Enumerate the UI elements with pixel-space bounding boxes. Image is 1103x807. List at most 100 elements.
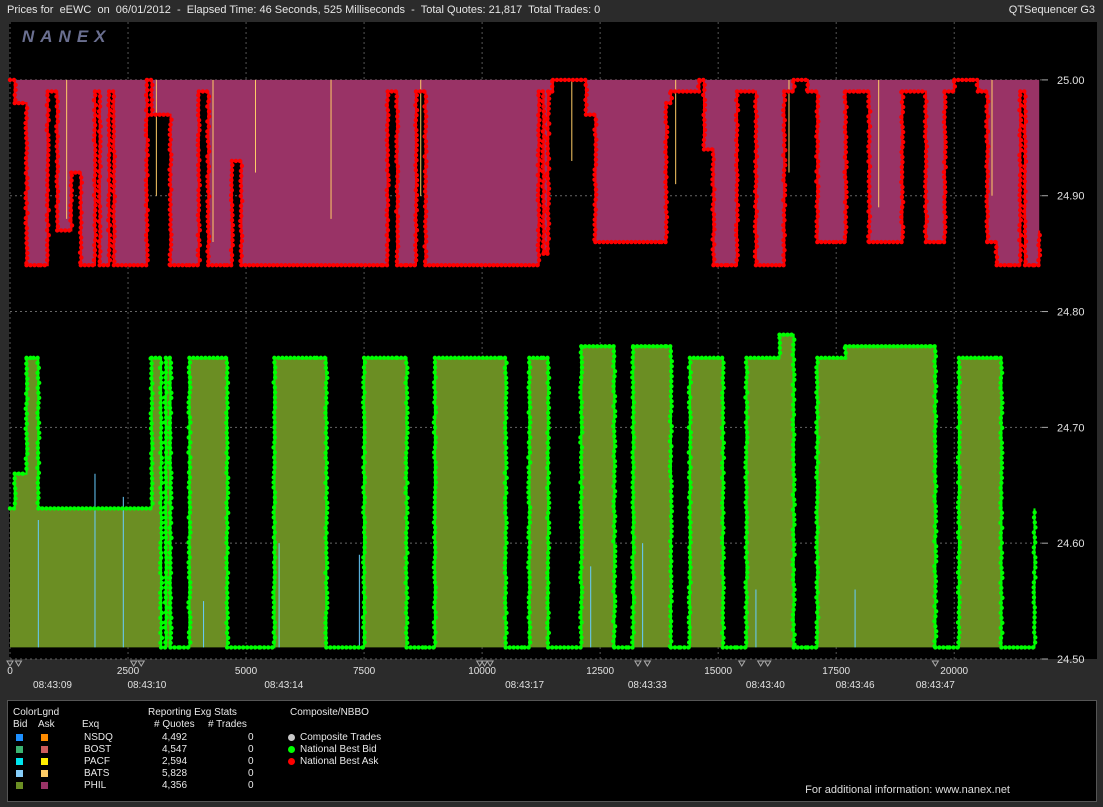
price-point — [405, 551, 409, 555]
price-point — [580, 495, 584, 499]
price-point — [13, 491, 17, 495]
price-point — [167, 381, 171, 385]
price-point — [924, 149, 928, 153]
price-point — [720, 436, 724, 440]
price-point — [688, 410, 692, 414]
price-point — [688, 560, 692, 564]
price-point — [1031, 645, 1035, 649]
price-point — [433, 630, 437, 634]
price-point — [145, 243, 149, 247]
price-point — [355, 263, 359, 267]
price-point — [512, 645, 516, 649]
price-point — [653, 240, 657, 244]
price-point — [814, 204, 818, 208]
price-point — [575, 78, 579, 82]
price-point — [815, 395, 819, 399]
price-point — [93, 153, 97, 157]
price-point — [503, 616, 507, 620]
price-point — [168, 581, 172, 585]
price-point — [609, 240, 613, 244]
price-point — [745, 440, 749, 444]
price-point — [702, 123, 706, 127]
price-point — [272, 575, 276, 579]
price-point — [743, 89, 747, 93]
price-point — [663, 120, 667, 124]
price-point — [753, 104, 757, 108]
price-point — [956, 585, 960, 589]
price-point — [396, 199, 400, 203]
price-point — [942, 200, 946, 204]
price-point — [791, 438, 795, 442]
price-point — [792, 603, 796, 607]
price-point — [546, 381, 550, 385]
price-point — [168, 227, 172, 231]
price-point — [422, 244, 426, 248]
price-point — [504, 486, 508, 490]
price-point — [414, 258, 418, 262]
price-point — [150, 431, 154, 435]
price-point — [323, 616, 327, 620]
price-chart[interactable]: 25.0024.9024.8024.7024.6024.500 2500 5000 7… — [0, 20, 1103, 698]
price-point — [547, 131, 551, 135]
price-point — [67, 228, 71, 232]
price-point — [537, 118, 541, 122]
price-point — [385, 208, 389, 212]
price-point — [1019, 218, 1023, 222]
price-point — [386, 133, 390, 137]
price-point — [702, 88, 706, 92]
price-point — [687, 630, 691, 634]
price-point — [1032, 580, 1036, 584]
price-point — [97, 129, 101, 133]
price-point — [528, 365, 532, 369]
price-point — [669, 364, 673, 368]
price-point — [187, 515, 191, 519]
price-point — [325, 506, 329, 510]
price-point — [791, 383, 795, 387]
price-point — [422, 89, 426, 93]
price-point — [214, 263, 218, 267]
price-point — [1018, 253, 1022, 257]
price-point — [98, 149, 102, 153]
price-point — [843, 235, 847, 239]
price-point — [205, 89, 209, 93]
price-point — [546, 191, 550, 195]
price-point — [842, 170, 846, 174]
price-point — [188, 440, 192, 444]
price-point — [528, 415, 532, 419]
price-point — [433, 475, 437, 479]
price-point — [273, 420, 277, 424]
price-point — [613, 604, 617, 608]
price-point — [755, 209, 759, 213]
price-point — [159, 506, 163, 510]
price-point — [578, 625, 582, 629]
price-point — [670, 509, 674, 513]
price-point — [395, 114, 399, 118]
price-point — [734, 228, 738, 232]
price-point — [395, 219, 399, 223]
price-point — [612, 629, 616, 633]
price-point — [541, 144, 545, 148]
price-point — [303, 263, 307, 267]
price-point — [157, 112, 161, 116]
price-point — [546, 461, 550, 465]
price-point — [545, 241, 549, 245]
price-point — [36, 491, 40, 495]
price-point — [687, 365, 691, 369]
price-point — [207, 94, 211, 98]
price-point — [956, 78, 960, 82]
price-point — [504, 466, 508, 470]
price-point — [205, 249, 209, 253]
price-point — [592, 222, 596, 226]
price-point — [399, 263, 403, 267]
price-point — [688, 465, 692, 469]
price-point — [781, 153, 785, 157]
price-point — [631, 395, 635, 399]
price-point — [580, 535, 584, 539]
price-point — [541, 129, 545, 133]
price-point — [957, 565, 961, 569]
price-point — [613, 489, 617, 493]
price-point — [903, 344, 907, 348]
price-point — [580, 475, 584, 479]
price-point — [145, 228, 149, 232]
price-point — [815, 149, 819, 153]
